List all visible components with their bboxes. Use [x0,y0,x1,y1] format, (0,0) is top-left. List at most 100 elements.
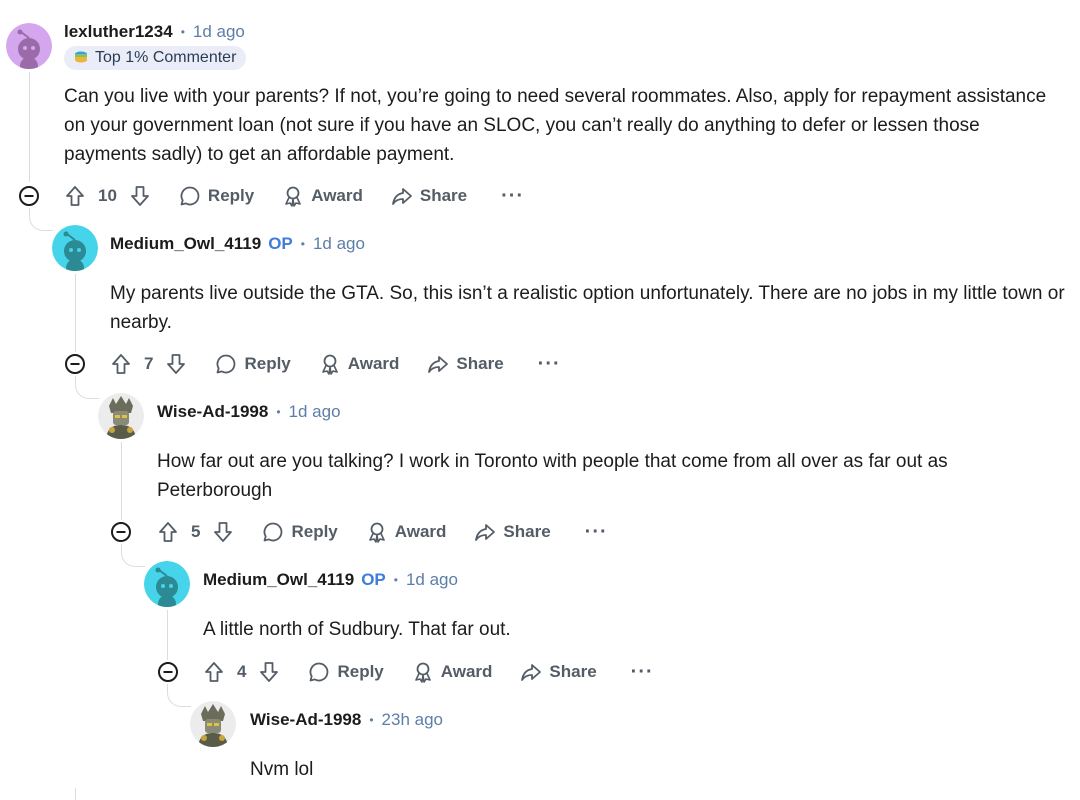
share-button[interactable]: Share [391,185,467,207]
comment-body: How far out are you talking? I work in T… [157,451,948,501]
share-button[interactable]: Share [427,353,504,375]
arrow-up-icon[interactable] [203,661,225,683]
award-button[interactable]: Award [366,521,447,543]
arrow-down-icon[interactable] [165,353,187,375]
reply-button[interactable]: Reply [262,521,338,543]
reply-label: Reply [207,186,255,205]
thread-line-root [75,788,76,800]
timestamp[interactable]: 1d ago [193,22,245,42]
snoo-avatar-icon [144,561,190,607]
comment-actions: 5 Reply Award Share ··· [157,516,608,548]
username[interactable]: Medium_Owl_4119 [110,234,261,254]
arrow-down-icon[interactable] [212,521,234,543]
arrow-down-icon[interactable] [129,185,151,207]
username[interactable]: lexluther1234 [64,22,173,42]
comment-meta: Medium_Owl_4119 OP • 1d ago [203,568,458,592]
speech-bubble-icon [264,522,283,542]
award-label: Award [311,186,363,205]
vote-count: 4 [237,662,247,681]
comment-meta: Medium_Owl_4119 OP • 1d ago [110,232,365,256]
more-options-button[interactable]: ··· [501,185,524,208]
thread-line-level-2 [121,442,122,520]
avatar[interactable] [144,561,190,607]
award-label: Award [440,662,493,681]
avatar[interactable] [52,225,98,271]
stack-icon [75,51,87,63]
username[interactable]: Wise-Ad-1998 [250,710,361,730]
award-label: Award [394,522,447,541]
separator-dot: • [276,405,281,419]
share-label: Share [456,354,504,373]
separator-dot: • [393,573,398,587]
arrow-up-icon[interactable] [157,521,179,543]
speech-bubble-icon [310,662,329,682]
arrow-up-icon[interactable] [110,353,132,375]
reply-label: Reply [244,354,291,373]
separator-dot: • [300,237,305,251]
op-badge: OP [268,234,293,253]
minus-circle-icon[interactable] [18,185,40,207]
vote-count: 7 [144,354,154,373]
comment-actions: 4 Reply Award Share ··· [203,656,654,688]
armored-character-avatar-icon [98,393,144,439]
avatar[interactable] [190,701,236,747]
award-ribbon-icon [321,354,338,375]
speech-bubble-icon [180,186,200,206]
more-options-button[interactable]: ··· [631,661,654,684]
comment-meta: Wise-Ad-1998 • 1d ago [157,400,341,424]
share-button[interactable]: Share [520,661,597,683]
award-label: Award [347,354,400,373]
snoo-avatar-icon [52,225,98,271]
comment-body: Can you live with your parents? If not, … [64,86,1047,165]
share-arrow-icon [391,188,412,205]
comment-body: My parents live outside the GTA. So, thi… [110,283,1065,333]
avatar[interactable] [6,23,52,69]
user-flair: Top 1% Commenter [64,46,247,70]
timestamp[interactable]: 23h ago [382,710,443,730]
share-arrow-icon [428,356,449,373]
timestamp[interactable]: 1d ago [406,570,458,590]
share-button[interactable]: Share [474,521,551,543]
arrow-up-icon[interactable] [64,185,86,207]
award-ribbon-icon [368,522,385,543]
thread-line-level-3 [167,610,168,660]
avatar[interactable] [98,393,144,439]
reply-label: Reply [291,522,338,541]
username[interactable]: Wise-Ad-1998 [157,402,268,422]
award-button[interactable]: Award [319,353,400,375]
reply-button[interactable]: Reply [215,353,291,375]
timestamp[interactable]: 1d ago [313,234,365,254]
thread-line-level-0 [75,274,76,352]
thread-connector [29,208,53,231]
separator-dot: • [180,25,185,39]
thread-connector [121,544,145,567]
share-arrow-icon [521,664,542,681]
comment-actions: 10 Reply Award Share ··· [64,180,524,212]
vote-count: 10 [98,186,117,205]
flair-label: Top 1% Commenter [95,49,237,66]
comment-body: A little north of Sudbury. That far out. [203,619,511,640]
minus-circle-icon[interactable] [157,661,179,683]
thread-connector [167,684,191,707]
thread-connector [75,376,99,399]
share-label: Share [549,662,597,681]
reply-label: Reply [337,662,384,681]
armored-character-avatar-icon [190,701,236,747]
minus-circle-icon[interactable] [64,353,86,375]
timestamp[interactable]: 1d ago [289,402,341,422]
arrow-down-icon[interactable] [258,661,280,683]
speech-bubble-icon [217,354,236,374]
comment-actions: 7 Reply Award Share ··· [110,348,561,380]
username[interactable]: Medium_Owl_4119 [203,570,354,590]
more-options-button[interactable]: ··· [585,521,608,544]
minus-circle-icon[interactable] [110,521,132,543]
more-options-button[interactable]: ··· [538,353,561,376]
award-button[interactable]: Award [282,185,363,207]
reply-button[interactable]: Reply [308,661,384,683]
op-badge: OP [361,570,386,589]
award-ribbon-icon [285,186,302,207]
comment-body: Nvm lol [250,759,314,780]
reply-button[interactable]: Reply [179,185,254,207]
award-button[interactable]: Award [412,661,493,683]
comment-meta: lexluther1234 • 1d ago [64,20,245,44]
